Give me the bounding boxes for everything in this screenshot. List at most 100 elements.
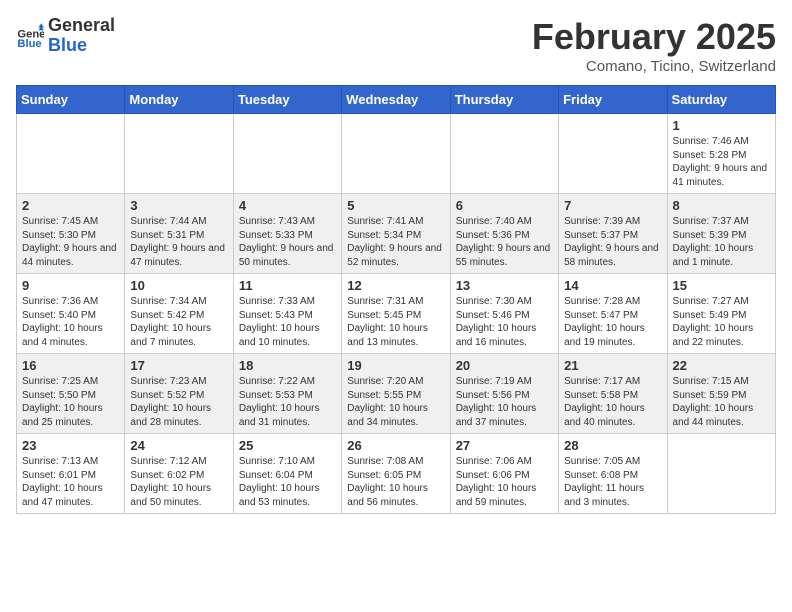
- day-cell: 13 Sunrise: 7:30 AM Sunset: 5:46 PM Dayli…: [450, 274, 558, 354]
- day-cell: 21Sunrise: 7:17 AM Sunset: 5:58 PM Dayli…: [559, 354, 667, 434]
- day-info: Sunrise: 7:06 AM Sunset: 6:06 PM Dayligh…: [456, 455, 553, 509]
- day-number: 18: [239, 358, 336, 373]
- day-number: 14: [564, 278, 661, 293]
- day-cell: 28Sunrise: 7:05 AM Sunset: 6:08 PM Dayli…: [559, 434, 667, 514]
- logo-general: General: [48, 16, 115, 36]
- day-info: Sunrise: 7:31 AM Sunset: 5:45 PM Dayligh…: [347, 295, 444, 349]
- day-cell: [125, 114, 233, 194]
- weekday-header-thursday: Thursday: [450, 86, 558, 114]
- day-info: Sunrise: 7:13 AM Sunset: 6:01 PM Dayligh…: [22, 455, 119, 509]
- day-number: 1: [673, 118, 770, 133]
- day-number: 2: [22, 198, 119, 213]
- day-cell: 4 Sunrise: 7:43 AM Sunset: 5:33 PM Daylig…: [233, 194, 341, 274]
- calendar-table: SundayMondayTuesdayWednesdayThursdayFrid…: [16, 85, 776, 514]
- day-number: 3: [130, 198, 227, 213]
- weekday-header-saturday: Saturday: [667, 86, 775, 114]
- day-cell: 18 Sunrise: 7:22 AM Sunset: 5:53 PM Dayli…: [233, 354, 341, 434]
- day-cell: 14Sunrise: 7:28 AM Sunset: 5:47 PM Dayli…: [559, 274, 667, 354]
- day-info: Sunrise: 7:10 AM Sunset: 6:04 PM Dayligh…: [239, 455, 336, 509]
- day-number: 5: [347, 198, 444, 213]
- day-info: Sunrise: 7:45 AM Sunset: 5:30 PM Dayligh…: [22, 215, 119, 269]
- day-cell: 1 Sunrise: 7:46 AM Sunset: 5:28 PM Daylig…: [667, 114, 775, 194]
- day-number: 6: [456, 198, 553, 213]
- week-row-1: 1 Sunrise: 7:46 AM Sunset: 5:28 PM Daylig…: [17, 114, 776, 194]
- day-cell: 26Sunrise: 7:08 AM Sunset: 6:05 PM Dayli…: [342, 434, 450, 514]
- logo-icon: General Blue: [16, 22, 44, 50]
- day-number: 4: [239, 198, 336, 213]
- day-cell: 5 Sunrise: 7:41 AM Sunset: 5:34 PM Daylig…: [342, 194, 450, 274]
- title-block: February 2025 Comano, Ticino, Switzerlan…: [532, 16, 776, 75]
- day-number: 12: [347, 278, 444, 293]
- day-info: Sunrise: 7:37 AM Sunset: 5:39 PM Dayligh…: [673, 215, 770, 269]
- day-cell: [342, 114, 450, 194]
- day-cell: 11 Sunrise: 7:33 AM Sunset: 5:43 PM Dayli…: [233, 274, 341, 354]
- day-cell: 24Sunrise: 7:12 AM Sunset: 6:02 PM Dayli…: [125, 434, 233, 514]
- day-info: Sunrise: 7:19 AM Sunset: 5:56 PM Dayligh…: [456, 375, 553, 429]
- day-number: 23: [22, 438, 119, 453]
- day-cell: 6 Sunrise: 7:40 AM Sunset: 5:36 PM Daylig…: [450, 194, 558, 274]
- day-info: Sunrise: 7:40 AM Sunset: 5:36 PM Dayligh…: [456, 215, 553, 269]
- day-number: 17: [130, 358, 227, 373]
- day-number: 8: [673, 198, 770, 213]
- day-cell: 23 Sunrise: 7:13 AM Sunset: 6:01 PM Dayli…: [17, 434, 125, 514]
- day-info: Sunrise: 7:41 AM Sunset: 5:34 PM Dayligh…: [347, 215, 444, 269]
- day-info: Sunrise: 7:44 AM Sunset: 5:31 PM Dayligh…: [130, 215, 227, 269]
- day-info: Sunrise: 7:25 AM Sunset: 5:50 PM Dayligh…: [22, 375, 119, 429]
- day-number: 22: [673, 358, 770, 373]
- day-info: Sunrise: 7:08 AM Sunset: 6:05 PM Dayligh…: [347, 455, 444, 509]
- day-cell: 7 Sunrise: 7:39 AM Sunset: 5:37 PM Daylig…: [559, 194, 667, 274]
- day-number: 19: [347, 358, 444, 373]
- day-number: 27: [456, 438, 553, 453]
- day-number: 28: [564, 438, 661, 453]
- day-info: Sunrise: 7:17 AM Sunset: 5:58 PM Dayligh…: [564, 375, 661, 429]
- day-number: 13: [456, 278, 553, 293]
- day-cell: 9 Sunrise: 7:36 AM Sunset: 5:40 PM Daylig…: [17, 274, 125, 354]
- logo: General Blue General Blue: [16, 16, 115, 56]
- day-info: Sunrise: 7:30 AM Sunset: 5:46 PM Dayligh…: [456, 295, 553, 349]
- day-cell: [450, 114, 558, 194]
- weekday-header-monday: Monday: [125, 86, 233, 114]
- day-number: 25: [239, 438, 336, 453]
- day-cell: 2 Sunrise: 7:45 AM Sunset: 5:30 PM Daylig…: [17, 194, 125, 274]
- weekday-header-row: SundayMondayTuesdayWednesdayThursdayFrid…: [17, 86, 776, 114]
- day-number: 11: [239, 278, 336, 293]
- day-info: Sunrise: 7:33 AM Sunset: 5:43 PM Dayligh…: [239, 295, 336, 349]
- day-number: 7: [564, 198, 661, 213]
- weekday-header-sunday: Sunday: [17, 86, 125, 114]
- day-cell: 19 Sunrise: 7:20 AM Sunset: 5:55 PM Dayli…: [342, 354, 450, 434]
- week-row-4: 16 Sunrise: 7:25 AM Sunset: 5:50 PM Dayli…: [17, 354, 776, 434]
- day-cell: [667, 434, 775, 514]
- day-cell: 25 Sunrise: 7:10 AM Sunset: 6:04 PM Dayli…: [233, 434, 341, 514]
- day-info: Sunrise: 7:15 AM Sunset: 5:59 PM Dayligh…: [673, 375, 770, 429]
- day-info: Sunrise: 7:34 AM Sunset: 5:42 PM Dayligh…: [130, 295, 227, 349]
- svg-text:Blue: Blue: [17, 38, 41, 50]
- logo-blue: Blue: [48, 36, 115, 56]
- day-cell: 12 Sunrise: 7:31 AM Sunset: 5:45 PM Dayli…: [342, 274, 450, 354]
- day-cell: [559, 114, 667, 194]
- day-number: 10: [130, 278, 227, 293]
- day-info: Sunrise: 7:22 AM Sunset: 5:53 PM Dayligh…: [239, 375, 336, 429]
- day-number: 20: [456, 358, 553, 373]
- day-cell: [233, 114, 341, 194]
- day-number: 16: [22, 358, 119, 373]
- day-number: 24: [130, 438, 227, 453]
- day-info: Sunrise: 7:46 AM Sunset: 5:28 PM Dayligh…: [673, 135, 770, 189]
- day-cell: 22 Sunrise: 7:15 AM Sunset: 5:59 PM Dayli…: [667, 354, 775, 434]
- day-info: Sunrise: 7:27 AM Sunset: 5:49 PM Dayligh…: [673, 295, 770, 349]
- day-info: Sunrise: 7:39 AM Sunset: 5:37 PM Dayligh…: [564, 215, 661, 269]
- logo-text: General Blue: [48, 16, 115, 56]
- day-cell: 16 Sunrise: 7:25 AM Sunset: 5:50 PM Dayli…: [17, 354, 125, 434]
- week-row-3: 9 Sunrise: 7:36 AM Sunset: 5:40 PM Daylig…: [17, 274, 776, 354]
- day-info: Sunrise: 7:20 AM Sunset: 5:55 PM Dayligh…: [347, 375, 444, 429]
- day-number: 9: [22, 278, 119, 293]
- day-info: Sunrise: 7:43 AM Sunset: 5:33 PM Dayligh…: [239, 215, 336, 269]
- day-cell: 8 Sunrise: 7:37 AM Sunset: 5:39 PM Daylig…: [667, 194, 775, 274]
- day-info: Sunrise: 7:36 AM Sunset: 5:40 PM Dayligh…: [22, 295, 119, 349]
- page-header: General Blue General Blue February 2025 …: [16, 16, 776, 75]
- day-info: Sunrise: 7:23 AM Sunset: 5:52 PM Dayligh…: [130, 375, 227, 429]
- week-row-5: 23 Sunrise: 7:13 AM Sunset: 6:01 PM Dayli…: [17, 434, 776, 514]
- week-row-2: 2 Sunrise: 7:45 AM Sunset: 5:30 PM Daylig…: [17, 194, 776, 274]
- day-cell: [17, 114, 125, 194]
- day-cell: 17 Sunrise: 7:23 AM Sunset: 5:52 PM Dayli…: [125, 354, 233, 434]
- day-cell: 3 Sunrise: 7:44 AM Sunset: 5:31 PM Daylig…: [125, 194, 233, 274]
